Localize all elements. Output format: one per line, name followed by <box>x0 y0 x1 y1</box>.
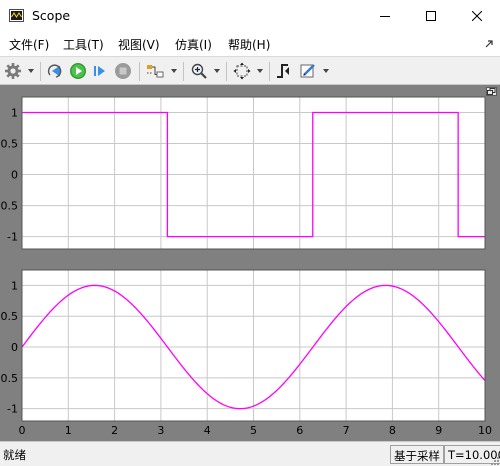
style-icon <box>300 64 315 78</box>
menu-bar: 文件(F) 工具(T) 视图(V) 仿真(I) 帮助(H) <box>0 32 500 56</box>
menu-file[interactable]: 文件(F) <box>9 36 49 53</box>
triggers-icon <box>277 64 289 78</box>
y-tick-label: -1 <box>7 231 18 244</box>
plot-area: -1-0.500.51-1-0.500.51012345678910 <box>0 85 500 441</box>
window-title: Scope <box>32 8 71 23</box>
toolbar-separator <box>40 62 41 81</box>
style-dropdown-arrow[interactable] <box>323 69 329 73</box>
maximize-button[interactable] <box>408 0 454 32</box>
triggers-button[interactable] <box>273 60 295 82</box>
x-tick-label: 1 <box>65 424 72 437</box>
x-tick-label: 4 <box>204 424 211 437</box>
toolbar <box>0 56 500 85</box>
x-tick-label: 6 <box>296 424 303 437</box>
y-tick-label: 1 <box>11 107 18 120</box>
step-back-button[interactable] <box>45 60 67 82</box>
status-text: 就绪 <box>3 448 26 462</box>
gear-icon <box>5 63 21 79</box>
step-back-icon <box>47 64 62 78</box>
x-tick-label: 8 <box>389 424 396 437</box>
sample-mode-indicator: 基于采样 <box>390 445 444 464</box>
y-tick-label: -0.5 <box>0 372 18 385</box>
y-tick-label: 0 <box>11 169 18 182</box>
close-icon <box>472 11 482 21</box>
minimize-button[interactable] <box>362 0 408 32</box>
resize-grip-icon[interactable] <box>491 457 499 465</box>
highlight-dropdown-arrow[interactable] <box>171 69 177 73</box>
x-tick-label: 7 <box>343 424 350 437</box>
menu-simulation[interactable]: 仿真(I) <box>175 36 212 53</box>
scope-app-icon <box>9 9 24 22</box>
x-tick-label: 10 <box>478 424 492 437</box>
maximize-icon <box>426 11 436 21</box>
title-bar: Scope <box>0 0 500 32</box>
y-tick-label: 0 <box>11 341 18 354</box>
step-forward-button[interactable] <box>89 60 111 82</box>
fit-to-view-button[interactable] <box>231 60 253 82</box>
menu-help[interactable]: 帮助(H) <box>228 36 270 53</box>
toolbar-separator <box>139 62 140 81</box>
y-tick-label: 0.5 <box>1 138 19 151</box>
x-tick-label: 5 <box>250 424 257 437</box>
x-tick-label: 9 <box>435 424 442 437</box>
toolbar-separator <box>226 62 227 81</box>
run-icon <box>70 63 86 79</box>
menu-view[interactable]: 视图(V) <box>118 36 160 53</box>
x-tick-label: 3 <box>157 424 164 437</box>
x-tick-label: 0 <box>19 424 26 437</box>
toolbar-separator <box>183 62 184 81</box>
settings-dropdown-arrow[interactable] <box>28 69 34 73</box>
highlight-icon <box>147 65 164 78</box>
zoom-button[interactable] <box>188 60 210 82</box>
menu-tools[interactable]: 工具(T) <box>63 36 104 53</box>
zoom-dropdown-arrow[interactable] <box>214 69 220 73</box>
highlight-button[interactable] <box>144 60 166 82</box>
stop-button[interactable] <box>112 60 134 82</box>
toolbar-separator <box>269 62 270 81</box>
run-button[interactable] <box>67 60 89 82</box>
restore-icon <box>487 88 496 95</box>
close-button[interactable] <box>454 0 500 32</box>
y-tick-label: 1 <box>11 279 18 292</box>
zoom-in-icon <box>191 63 207 79</box>
x-tick-label: 2 <box>111 424 118 437</box>
fit-dropdown-arrow[interactable] <box>257 69 263 73</box>
y-tick-label: -1 <box>7 403 18 416</box>
status-bar: 就绪 基于采样 T=10.000 <box>0 441 500 466</box>
minimize-icon <box>380 16 390 17</box>
undock-arrow-icon[interactable] <box>484 38 494 48</box>
step-forward-icon <box>94 66 105 76</box>
y-tick-label: 0.5 <box>1 310 19 323</box>
fit-to-view-icon <box>233 62 251 80</box>
restore-layout-button[interactable] <box>486 87 497 96</box>
stop-icon <box>115 63 131 79</box>
y-tick-label: -0.5 <box>0 200 18 213</box>
style-button[interactable] <box>297 60 319 82</box>
settings-button[interactable] <box>2 60 24 82</box>
scope-plots: -1-0.500.51-1-0.500.51012345678910 <box>0 96 492 437</box>
